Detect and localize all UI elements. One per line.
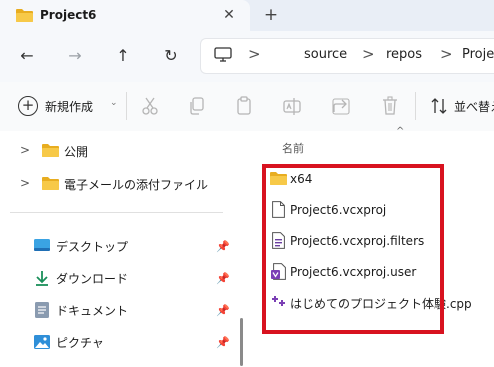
cut-icon[interactable]	[140, 95, 160, 117]
sidebar-item-pictures[interactable]: ピクチャ	[56, 334, 104, 351]
this-pc-icon[interactable]	[214, 47, 232, 63]
folder-icon	[16, 9, 33, 22]
rename-icon[interactable]	[282, 95, 302, 117]
pin-icon: 📌	[216, 336, 230, 349]
folder-icon	[42, 144, 59, 157]
sidebar-item-downloads[interactable]: ダウンロード	[56, 270, 128, 287]
document-icon	[35, 302, 49, 318]
toolbar-divider	[415, 92, 416, 120]
expand-chevron-icon[interactable]: >	[20, 143, 30, 157]
breadcrumb-separator[interactable]: >	[248, 45, 261, 63]
breadcrumb-source[interactable]: source	[304, 47, 347, 62]
pin-icon: 📌	[216, 240, 230, 253]
column-header-name[interactable]: 名前	[282, 140, 304, 156]
trash-icon[interactable]	[380, 95, 400, 117]
breadcrumb-repos[interactable]: repos	[386, 47, 422, 62]
sort-button[interactable]: 並べ替え	[454, 98, 494, 115]
copy-icon[interactable]	[187, 95, 207, 117]
toolbar-divider	[126, 92, 127, 120]
pin-icon: 📌	[216, 272, 230, 285]
desktop-icon	[34, 239, 50, 251]
up-button[interactable]: ↑	[110, 43, 136, 69]
refresh-button[interactable]: ↻	[158, 43, 184, 69]
share-icon[interactable]	[331, 95, 351, 117]
new-icon[interactable]: +	[18, 96, 38, 116]
close-tab-button[interactable]: ✕	[220, 5, 238, 25]
pictures-icon	[34, 335, 50, 349]
forward-button[interactable]: →	[62, 43, 88, 69]
sidebar-item-documents[interactable]: ドキュメント	[56, 302, 128, 319]
breadcrumb-separator[interactable]: >	[362, 45, 375, 63]
sort-icon[interactable]	[430, 97, 448, 115]
new-tab-button[interactable]: +	[262, 4, 280, 26]
tab-project6[interactable]	[0, 0, 250, 31]
sidebar-divider	[10, 212, 223, 213]
download-icon	[36, 271, 48, 286]
highlight-box	[262, 164, 444, 334]
sidebar-scrollbar[interactable]	[240, 318, 243, 366]
expand-chevron-icon[interactable]: >	[20, 176, 30, 190]
breadcrumb-separator[interactable]: >	[440, 45, 453, 63]
sort-chevron-icon[interactable]: ^	[396, 126, 404, 137]
pin-icon: 📌	[216, 304, 230, 317]
new-button[interactable]: 新規作成	[45, 98, 93, 115]
sidebar-item-email-attachments[interactable]: 電子メールの添付ファイル	[64, 176, 208, 193]
tab-title: Project6	[40, 8, 97, 22]
chevron-down-icon[interactable]: ⌄	[110, 98, 118, 108]
paste-icon[interactable]	[234, 95, 254, 117]
breadcrumb-project[interactable]: Proje	[462, 47, 494, 62]
folder-icon	[42, 177, 59, 190]
sidebar-item-desktop[interactable]: デスクトップ	[56, 238, 128, 255]
sidebar-item-public[interactable]: 公開	[64, 143, 88, 160]
back-button[interactable]: ←	[14, 43, 40, 69]
